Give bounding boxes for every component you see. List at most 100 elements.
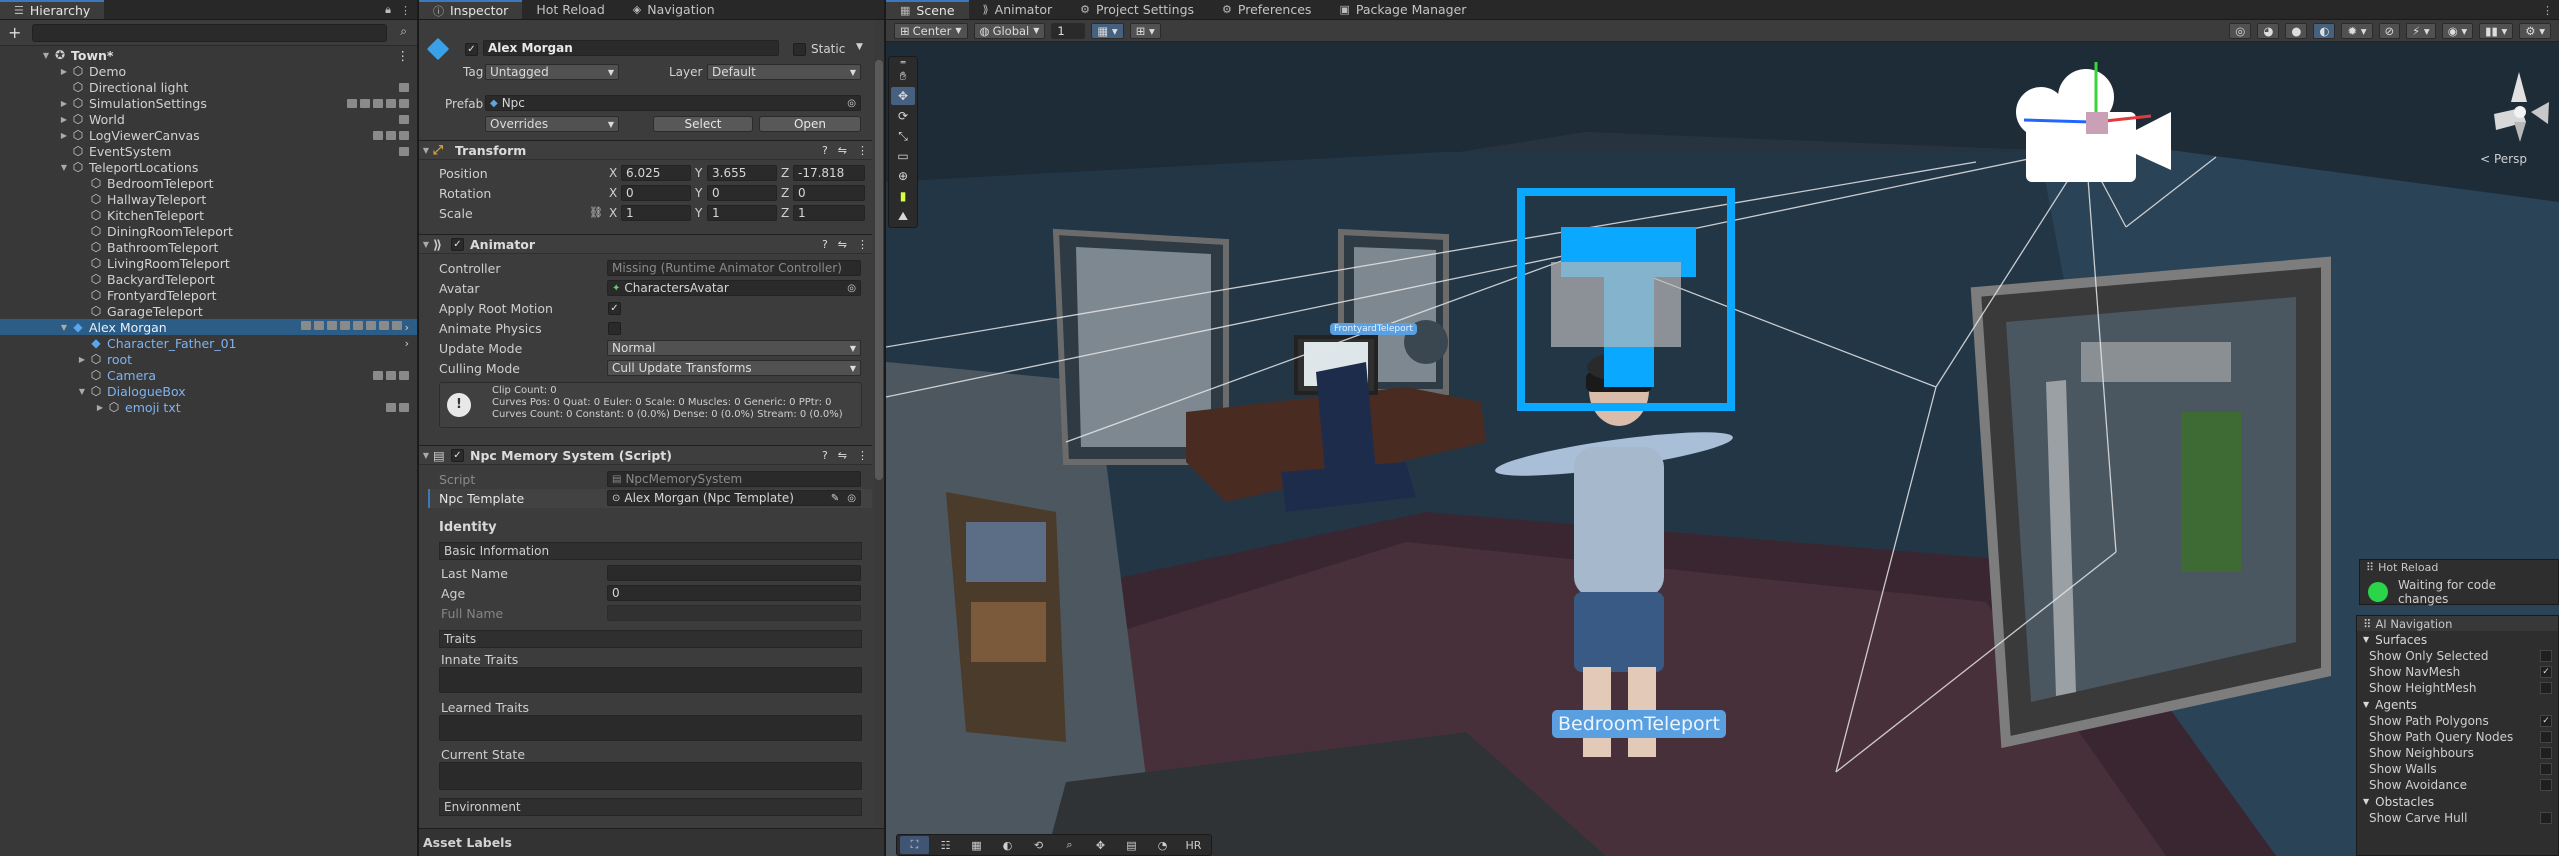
- move-icon[interactable]: ✥: [1086, 836, 1115, 854]
- tab-project-settings[interactable]: ⚙ Project Settings: [1066, 0, 1208, 19]
- asset-labels-bar[interactable]: Asset Labels: [419, 828, 884, 856]
- hierarchy-row[interactable]: ▶ ⬡ Demo: [0, 63, 417, 79]
- hierarchy-row[interactable]: ⬡ BedroomTeleport: [0, 175, 417, 191]
- static-checkbox[interactable]: [793, 43, 806, 56]
- active-checkbox[interactable]: ✓: [465, 43, 478, 56]
- more-icon[interactable]: ⋮: [397, 48, 410, 63]
- inspector-scrollbar[interactable]: [874, 20, 884, 826]
- tab-hot-reload[interactable]: Hot Reload: [522, 0, 618, 19]
- current-state-textarea[interactable]: [439, 762, 862, 790]
- nav-option-row[interactable]: Show Walls: [2357, 761, 2558, 777]
- hierarchy-row[interactable]: ⬡ BackyardTeleport: [0, 271, 417, 287]
- preset-icon[interactable]: ⇋: [838, 144, 847, 157]
- foldout-arrow-icon[interactable]: ▶: [94, 403, 106, 412]
- scene-viewport[interactable]: FrontyardTeleport BedroomTeleport < Pers…: [886, 42, 2559, 856]
- preset-icon[interactable]: ⇋: [838, 449, 847, 462]
- position-z-field[interactable]: -17.818: [793, 165, 865, 181]
- animate-physics-checkbox[interactable]: [608, 322, 621, 335]
- nav-group-obstacles[interactable]: ▼ Obstacles: [2357, 793, 2558, 810]
- foldout-arrow-icon[interactable]: ▶: [76, 355, 88, 364]
- hierarchy-row[interactable]: ⬡ Camera: [0, 367, 417, 383]
- timer-icon[interactable]: ◔: [1148, 836, 1177, 854]
- prefab-field[interactable]: ◆ Npc ◎: [485, 95, 861, 111]
- nav-option-checkbox[interactable]: ✓: [2540, 666, 2552, 678]
- pivot-center-dropdown[interactable]: ⊞ Center ▼: [894, 22, 968, 39]
- rotation-y-field[interactable]: 0: [707, 185, 777, 201]
- more-icon[interactable]: ⋮: [857, 449, 868, 462]
- target-icon[interactable]: ◎: [847, 493, 856, 504]
- hierarchy-row[interactable]: ⬡ GarageTeleport: [0, 303, 417, 319]
- hierarchy-row[interactable]: ⬡ DiningRoomTeleport: [0, 223, 417, 239]
- orbit-icon[interactable]: ⟲: [1024, 836, 1053, 854]
- camera-settings-icon[interactable]: ▮▮ ▾: [2479, 22, 2514, 39]
- tab-package-manager[interactable]: ▣ Package Manager: [1325, 0, 1480, 19]
- nav-option-row[interactable]: Show Only Selected: [2357, 648, 2558, 664]
- foldout-arrow-icon[interactable]: ▶: [58, 99, 70, 108]
- hierarchy-row[interactable]: ⬡ HallwayTeleport: [0, 191, 417, 207]
- position-y-field[interactable]: 3.655: [707, 165, 777, 181]
- nav-option-checkbox[interactable]: [2540, 731, 2552, 743]
- foldout-arrow-icon[interactable]: ▼: [58, 323, 70, 332]
- age-input[interactable]: 0: [607, 585, 861, 601]
- tab-scene[interactable]: ▦ Scene: [886, 0, 969, 19]
- object-name-field[interactable]: Alex Morgan: [483, 40, 779, 56]
- hierarchy-row[interactable]: ▶ ⬡ LogViewerCanvas: [0, 127, 417, 143]
- grid-snap-dropdown[interactable]: ▦ ▾: [1091, 22, 1124, 39]
- avatar-field[interactable]: ✦ CharactersAvatar ◎: [607, 280, 861, 296]
- hierarchy-row[interactable]: ⬡ EventSystem: [0, 143, 417, 159]
- learned-traits-textarea[interactable]: [439, 715, 862, 741]
- animator-header[interactable]: ▼ ⟫ ✓ Animator ? ⇋ ⋮: [419, 234, 872, 254]
- hierarchy-row[interactable]: ▶ ⬡ SimulationSettings: [0, 95, 417, 111]
- foldout-arrow-icon[interactable]: ▶: [58, 67, 70, 76]
- help-icon[interactable]: ?: [822, 144, 828, 157]
- shading-wire-icon[interactable]: ◕: [2257, 22, 2280, 39]
- tab-inspector[interactable]: ⓘ Inspector: [419, 0, 523, 19]
- hierarchy-row[interactable]: ⬡ FrontyardTeleport: [0, 287, 417, 303]
- preset-icon[interactable]: ⇋: [838, 238, 847, 251]
- tag-dropdown[interactable]: Untagged ▼: [485, 64, 619, 80]
- transform-header[interactable]: ▼ ⤢ Transform ? ⇋ ⋮: [419, 140, 872, 160]
- drag-handle-icon[interactable]: ═: [891, 58, 915, 67]
- scale-y-field[interactable]: 1: [707, 205, 777, 221]
- nav-option-checkbox[interactable]: [2540, 779, 2552, 791]
- layer-dropdown[interactable]: Default ▼: [707, 64, 861, 80]
- hierarchy-row[interactable]: ⬡ KitchenTeleport: [0, 207, 417, 223]
- nav-option-row[interactable]: Show HeightMesh: [2357, 680, 2558, 696]
- nav-option-row[interactable]: Show Avoidance: [2357, 777, 2558, 793]
- hierarchy-row[interactable]: ⬡ LivingRoomTeleport: [0, 255, 417, 271]
- nav-option-checkbox[interactable]: [2540, 650, 2552, 662]
- transform-tool-icon[interactable]: ⊕: [891, 167, 915, 185]
- open-button[interactable]: Open: [759, 116, 861, 132]
- hierarchy-search-input[interactable]: [32, 24, 387, 42]
- more-icon[interactable]: ⋮: [2542, 4, 2553, 17]
- static-dropdown-icon[interactable]: ▼: [856, 42, 863, 52]
- nav-option-row[interactable]: Show NavMesh ✓: [2357, 664, 2558, 680]
- custom-tool-icon[interactable]: ▮: [891, 187, 915, 205]
- tab-hierarchy[interactable]: ☰ Hierarchy: [0, 0, 105, 19]
- hierarchy-row[interactable]: ▼ ⬡ TeleportLocations: [0, 159, 417, 175]
- update-mode-dropdown[interactable]: Normal ▼: [607, 340, 861, 356]
- nav-option-checkbox[interactable]: [2540, 747, 2552, 759]
- space-global-dropdown[interactable]: ◍ Global ▼: [973, 22, 1046, 39]
- hierarchy-row[interactable]: ⬡ BathroomTeleport: [0, 239, 417, 255]
- hierarchy-row[interactable]: ▶ ⬡ root: [0, 351, 417, 367]
- scrollbar-thumb[interactable]: [875, 60, 883, 480]
- pencil-icon[interactable]: ✎: [831, 493, 839, 504]
- rotation-x-field[interactable]: 0: [621, 185, 691, 201]
- npc-template-field[interactable]: ⊙ Alex Morgan (Npc Template) ✎ ◎: [607, 490, 861, 506]
- nav-option-row[interactable]: Show Carve Hull: [2357, 810, 2558, 826]
- rotate-tool-icon[interactable]: ⟳: [891, 107, 915, 125]
- nav-option-checkbox[interactable]: [2540, 763, 2552, 775]
- help-icon[interactable]: ?: [822, 449, 828, 462]
- nav-option-row[interactable]: Show Path Query Nodes: [2357, 729, 2558, 745]
- grid-icon[interactable]: ▦: [962, 836, 991, 854]
- foldout-arrow-icon[interactable]: ▼: [40, 51, 52, 60]
- animator-enabled-checkbox[interactable]: ✓: [451, 237, 464, 251]
- hierarchy-row[interactable]: ◆ Character_Father_01 ›: [0, 335, 417, 351]
- snap-increment-field[interactable]: 1: [1051, 22, 1086, 39]
- shading-solid-icon[interactable]: ●: [2285, 22, 2308, 39]
- hierarchy-row[interactable]: ▼ ◆ Alex Morgan ›: [0, 319, 417, 335]
- last-name-input[interactable]: [607, 565, 861, 581]
- chevron-right-icon[interactable]: ›: [405, 337, 409, 350]
- hierarchy-row[interactable]: ⬡ Directional light: [0, 79, 417, 95]
